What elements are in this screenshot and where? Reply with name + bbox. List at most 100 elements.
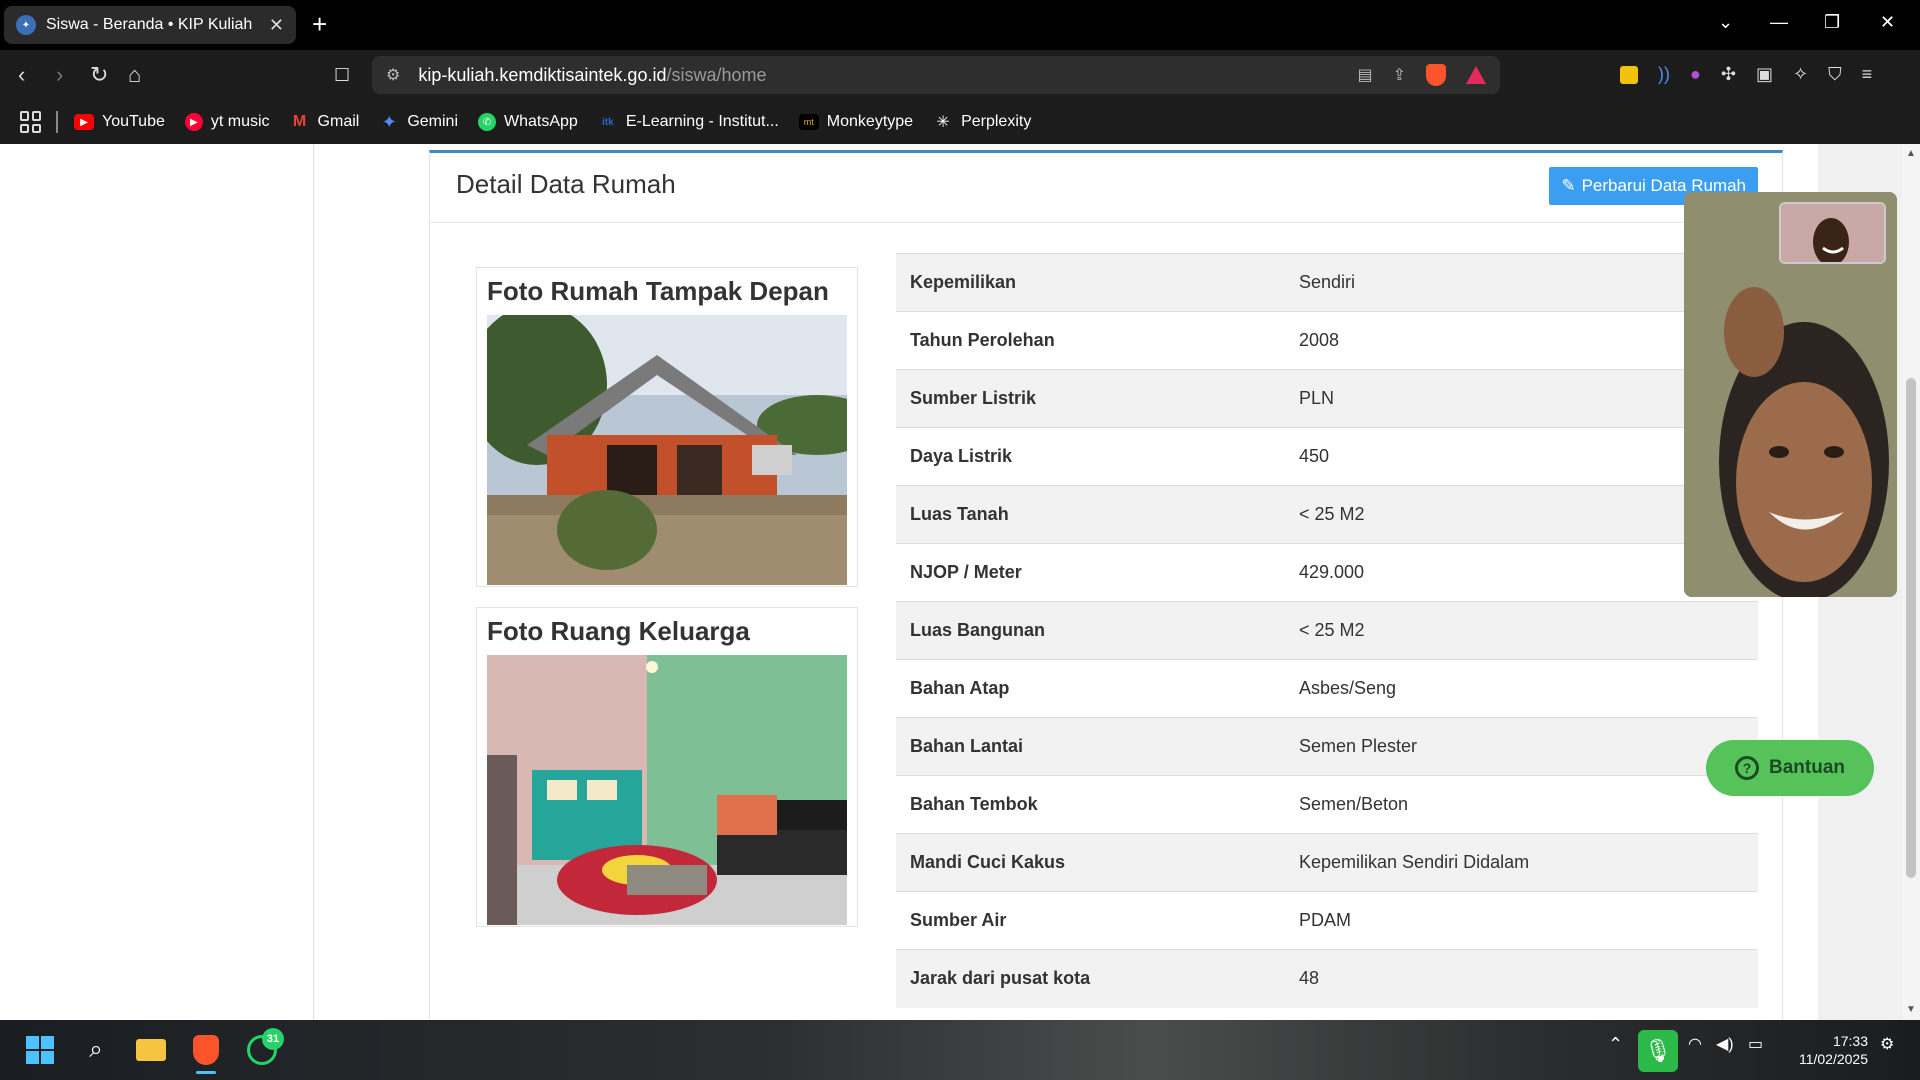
minimize-button[interactable]: —: [1770, 12, 1788, 33]
self-view-face: [1781, 204, 1884, 262]
system-clock[interactable]: 17:33 11/02/2025: [1776, 1032, 1868, 1068]
whatsapp-icon: ✆: [478, 113, 497, 131]
house-front-illustration: [487, 315, 847, 585]
perplexity-icon: ✳: [936, 114, 950, 131]
vpn-shield-icon[interactable]: ⛉: [1828, 64, 1842, 85]
tab-title: Siswa - Beranda • KIP Kuliah: [46, 16, 253, 33]
table-row: Sumber Air PDAM: [896, 891, 1758, 950]
family-room-photo[interactable]: [487, 655, 847, 925]
family-room-illustration: [487, 655, 847, 925]
menu-icon[interactable]: ≡: [1862, 64, 1873, 85]
forward-button[interactable]: ›: [56, 62, 63, 88]
detail-value: PDAM: [1285, 891, 1758, 950]
detail-label: Tahun Perolehan: [896, 311, 1285, 370]
reader-mode-icon[interactable]: ▤: [1357, 65, 1372, 85]
table-row: Tahun Perolehan 2008: [896, 311, 1758, 370]
bookmark-gemini[interactable]: ✦ Gemini: [379, 112, 458, 132]
scrollbar-thumb[interactable]: [1906, 378, 1916, 878]
video-call-window[interactable]: [1684, 192, 1897, 597]
extension-purple-icon[interactable]: ●: [1690, 64, 1701, 85]
kip-favicon-icon: ✦: [16, 15, 36, 35]
clock-date: 11/02/2025: [1798, 1051, 1868, 1067]
wallet-icon[interactable]: ▣: [1756, 64, 1773, 85]
apps-grid-icon[interactable]: [20, 111, 42, 133]
new-tab-button[interactable]: +: [312, 10, 327, 38]
self-view-thumbnail[interactable]: [1779, 202, 1886, 264]
file-explorer-icon[interactable]: [131, 1030, 171, 1070]
url-path: /siswa/home: [666, 64, 767, 85]
clock-time: 17:33: [1832, 1033, 1868, 1049]
battery-icon[interactable]: ▭: [1748, 1034, 1763, 1054]
detail-value: Kepemilikan Sendiri Didalam: [1285, 833, 1758, 892]
home-button[interactable]: ⌂: [128, 62, 141, 88]
table-row: Jarak dari pusat kota 48: [896, 949, 1758, 1008]
detail-value: < 25 M2: [1285, 601, 1758, 660]
brave-rewards-icon[interactable]: [1466, 66, 1486, 84]
page-viewport: Detail Data Rumah ✎ Perbarui Data Rumah …: [0, 144, 1920, 1020]
volume-icon[interactable]: ◀): [1716, 1034, 1734, 1054]
card-title: Detail Data Rumah: [456, 169, 676, 199]
browser-tab-active[interactable]: ✦ Siswa - Beranda • KIP Kuliah ✕: [4, 6, 296, 44]
left-sidebar: [0, 144, 314, 1020]
table-row: Sumber Listrik PLN: [896, 369, 1758, 428]
restore-button[interactable]: ❐: [1824, 12, 1840, 33]
bookmark-yt-music[interactable]: ▶ yt music: [184, 113, 270, 131]
ytmusic-icon: ▶: [184, 113, 203, 131]
edit-icon: ✎: [1561, 176, 1576, 195]
extension-wave-icon[interactable]: )): [1658, 64, 1670, 85]
brave-active-indicator: [196, 1071, 216, 1074]
browser-titlebar: ✦ Siswa - Beranda • KIP Kuliah ✕ + ⌄ — ❐…: [0, 0, 1920, 50]
bookmark-page-icon[interactable]: ☐: [334, 62, 350, 88]
house-details-table: Kepemilikan Sendiri Tahun Perolehan 2008 Sum…: [896, 253, 1758, 1008]
search-icon[interactable]: ⌕: [76, 1030, 116, 1070]
reload-button[interactable]: ↻: [90, 62, 108, 88]
leo-ai-icon[interactable]: ✧: [1793, 64, 1808, 85]
table-row: NJOP / Meter 429.000: [896, 543, 1758, 602]
gmail-icon: M: [292, 113, 307, 130]
brave-shields-icon[interactable]: [1426, 64, 1446, 86]
extensions-puzzle-icon[interactable]: ✣: [1721, 64, 1736, 85]
bookmark-whatsapp[interactable]: ✆ WhatsApp: [478, 113, 578, 131]
url-host: kip-kuliah.kemdiktisaintek.go.id: [418, 64, 667, 85]
help-button-label: Bantuan: [1769, 757, 1845, 778]
brave-taskbar-icon[interactable]: [186, 1030, 226, 1070]
notifications-icon[interactable]: ⚙: [1880, 1034, 1894, 1054]
scroll-down-icon[interactable]: ▼: [1906, 1004, 1916, 1015]
close-window-button[interactable]: ✕: [1880, 12, 1895, 33]
page-scrollbar[interactable]: ▲ ▼: [1902, 144, 1920, 1020]
show-hidden-icons-chevron-icon[interactable]: ⌃: [1608, 1034, 1623, 1055]
youtube-icon: ▶: [74, 114, 94, 130]
back-button[interactable]: ‹: [18, 62, 25, 88]
scroll-up-icon[interactable]: ▲: [1906, 148, 1916, 159]
table-row: Bahan Lantai Semen Plester: [896, 717, 1758, 776]
tab-list-chevron-icon[interactable]: ⌄: [1718, 12, 1733, 33]
bookmark-elearning[interactable]: itk E-Learning - Institut...: [598, 113, 779, 131]
detail-label: Luas Tanah: [896, 485, 1285, 544]
microphone-in-use-icon[interactable]: 🎙: [1638, 1030, 1678, 1072]
detail-value: 48: [1285, 949, 1758, 1008]
photo-family-room-box: Foto Ruang Keluarga: [476, 607, 858, 927]
wifi-icon[interactable]: ◠: [1688, 1034, 1702, 1054]
table-row: Bahan Atap Asbes/Seng: [896, 659, 1758, 718]
bookmark-youtube[interactable]: ▶ YouTube: [74, 113, 165, 131]
extension-yellow-icon[interactable]: [1620, 65, 1638, 84]
detail-value: Semen Plester: [1285, 717, 1758, 776]
card-header: Detail Data Rumah ✎ Perbarui Data Rumah: [430, 153, 1782, 223]
detail-label: Kepemilikan: [896, 253, 1285, 312]
site-settings-icon[interactable]: ⚙: [386, 65, 400, 85]
detail-label: NJOP / Meter: [896, 543, 1285, 602]
share-icon[interactable]: ⇪: [1393, 65, 1406, 85]
address-bar[interactable]: ⚙ kip-kuliah.kemdiktisaintek.go.id/siswa…: [372, 56, 1500, 94]
bookmarks-bar: ▶ YouTube ▶ yt music M Gmail ✦ Gemini ✆ Whats…: [0, 100, 1920, 144]
detail-label: Bahan Tembok: [896, 775, 1285, 834]
bookmark-monkeytype[interactable]: mt Monkeytype: [798, 113, 913, 131]
tab-close-icon[interactable]: ✕: [269, 15, 284, 36]
photo-front-box: Foto Rumah Tampak Depan: [476, 267, 858, 587]
house-front-photo[interactable]: [487, 315, 847, 585]
bookmark-gmail[interactable]: M Gmail: [290, 113, 359, 131]
start-button[interactable]: [20, 1030, 60, 1070]
photo-front-title: Foto Rumah Tampak Depan: [487, 276, 829, 306]
bookmark-perplexity[interactable]: ✳ Perplexity: [933, 113, 1031, 131]
help-button[interactable]: ? Bantuan: [1706, 740, 1874, 796]
photo-family-room-title: Foto Ruang Keluarga: [487, 616, 750, 646]
